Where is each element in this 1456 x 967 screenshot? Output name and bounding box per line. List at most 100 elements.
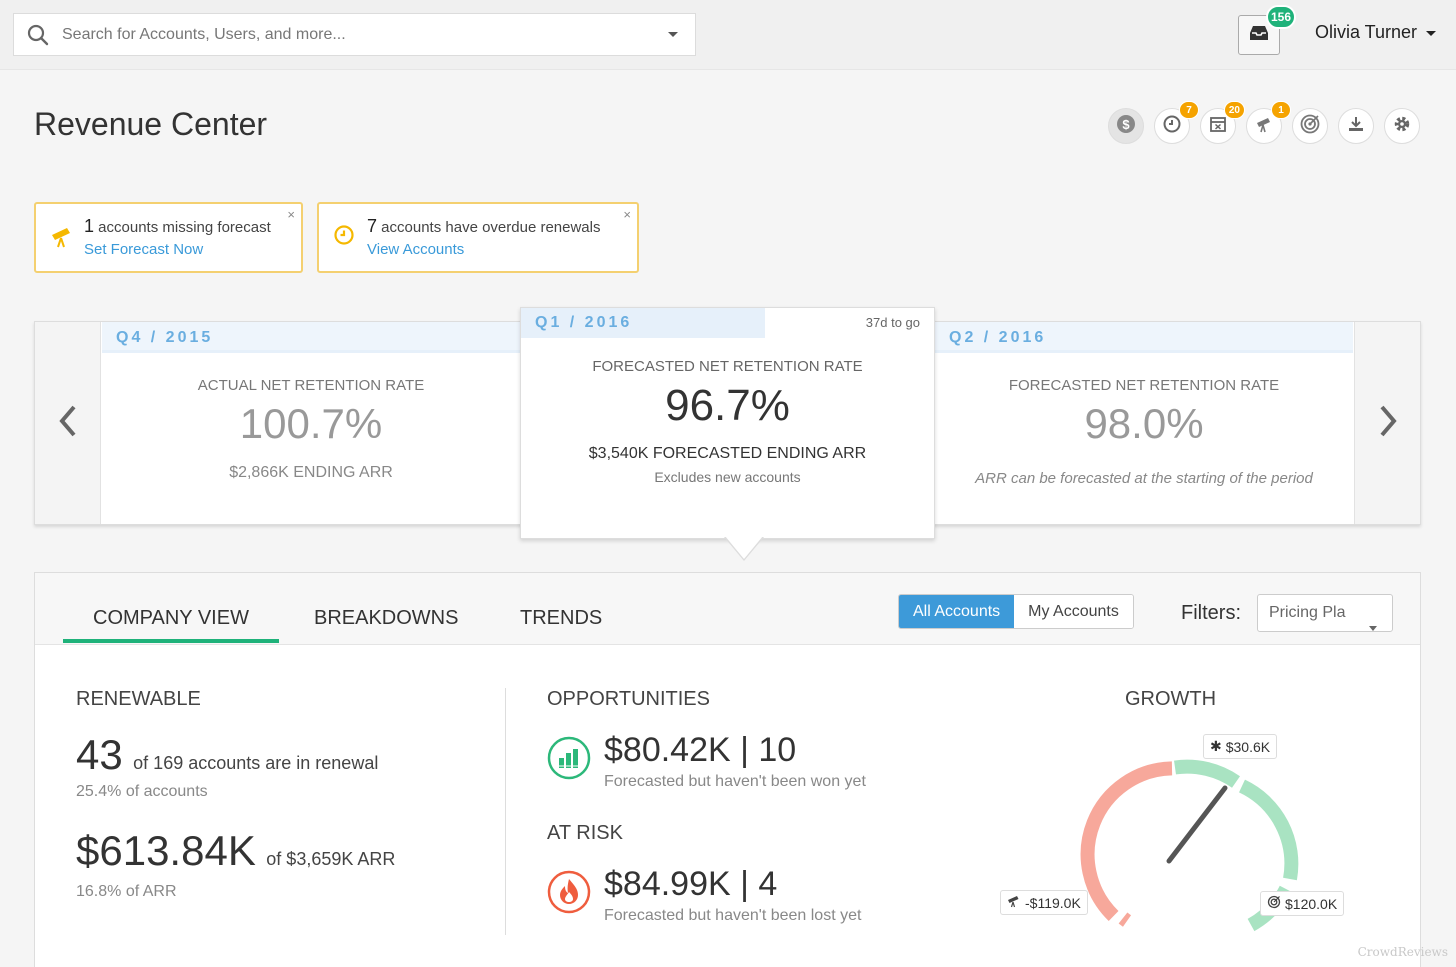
tab-company-view[interactable]: COMPANY VIEW [63,607,279,643]
dollar-button[interactable]: $ [1108,108,1144,144]
opportunities-desc: Forecasted but haven't been won yet [604,773,866,790]
all-accounts-button[interactable]: All Accounts [899,595,1015,628]
clock-badge: 7 [1179,101,1199,119]
gauge-negative-arc [1080,761,1173,922]
gauge-top-label: ✱ $30.6K [1203,734,1278,759]
renewable-count: 43 [76,731,123,778]
forecast-button[interactable]: 1 [1246,101,1291,144]
inbox-count-badge: 156 [1266,5,1296,29]
prev-quarter-button[interactable] [35,322,101,524]
inbox-icon [1248,24,1270,47]
asterisk-icon: ✱ [1210,738,1222,754]
metric-value: 96.7% [665,381,790,430]
metric-value: 100.7% [239,400,383,447]
chevron-left-icon [57,404,79,443]
gauge-right-label: $120.0K [1260,891,1345,916]
quarter-panel-next[interactable]: Q2 / 2016 FORECASTED NET RETENTION RATE … [935,322,1353,487]
top-bar: 156 Olivia Turner [0,0,1456,70]
metric-label: FORECASTED NET RETENTION RATE [1008,377,1280,394]
settings-button[interactable] [1384,108,1420,144]
forecasted-ending-arr: $3,540K FORECASTED ENDING ARR [588,445,867,462]
forecast-badge: 1 [1271,101,1291,119]
target-button[interactable] [1292,108,1328,144]
renewable-arr-row: $613.84K of $3,659K ARR [76,827,395,875]
chevron-right-icon [1377,404,1399,443]
quarter-label: Q1 / 2016 [521,308,765,338]
target-icon [1299,113,1321,140]
growth-title: GROWTH [1125,688,1217,710]
alert-text: 7 accounts have overdue renewals [367,216,601,236]
calendar-icon [1208,114,1228,139]
quarter-panel-prev[interactable]: Q4 / 2015 ACTUAL NET RETENTION RATE 100.… [102,322,520,482]
filter-selected-value: Pricing Pla [1269,604,1346,621]
renewable-count-text: of 169 accounts are in renewal [133,753,379,773]
gauge-needle [1166,785,1228,864]
search-box[interactable] [13,13,696,56]
section-divider [505,688,506,935]
filter-select[interactable]: Pricing Pla [1257,594,1393,632]
user-menu[interactable]: Olivia Turner [1315,22,1437,43]
opportunities-value: $80.42K | 10 [604,731,797,769]
search-input[interactable] [62,25,651,44]
excludes-note: Excludes new accounts [654,469,801,485]
telescope-icon [1254,114,1274,139]
next-quarter-button[interactable] [1354,322,1420,524]
svg-text:$: $ [1122,117,1130,132]
renewable-count-row: 43 of 169 accounts are in renewal [76,731,378,779]
company-view-panel: COMPANY VIEW BREAKDOWNS TRENDS All Accou… [34,572,1421,967]
gauge-left-label: -$119.0K [1000,890,1088,915]
set-forecast-link[interactable]: Set Forecast Now [84,241,203,258]
current-quarter-pointer [724,536,764,561]
toolbar: $ 7 20 1 [1108,101,1420,144]
at-risk-title: AT RISK [547,822,623,844]
telescope-icon [1007,894,1021,911]
tab-trends[interactable]: TRENDS [520,607,602,630]
gauge-positive-arc-right [1238,779,1299,881]
renewable-arr: $613.84K [76,827,256,874]
fire-icon [547,870,591,919]
clock-icon [1162,114,1182,139]
alert-text: 1 accounts missing forecast [84,216,271,236]
tab-breakdowns[interactable]: BREAKDOWNS [314,607,458,630]
metric-label: ACTUAL NET RETENTION RATE [197,377,425,394]
renewable-count-pct: 25.4% of accounts [76,783,208,800]
close-icon[interactable]: × [287,207,295,222]
at-risk-value: $84.99K | 4 [604,865,778,903]
dollar-icon: $ [1116,114,1136,139]
renewable-title: RENEWABLE [76,688,201,710]
gauge-negative-arc-lower [1118,912,1132,927]
clock-button[interactable]: 7 [1154,101,1199,144]
ending-arr: $2,866K ENDING ARR [229,464,393,481]
metric-value: 98.0% [1084,400,1204,447]
renewable-arr-pct: 16.8% of ARR [76,883,177,900]
search-icon [14,24,62,46]
forecast-note: ARR can be forecasted at the starting of… [975,470,1313,487]
quarter-label: Q4 / 2015 [102,322,520,353]
telescope-icon [50,224,74,255]
my-accounts-button[interactable]: My Accounts [1014,595,1133,628]
alert-overdue-renewals: 7 accounts have overdue renewals View Ac… [317,202,639,273]
page-title: Revenue Center [34,106,268,142]
chevron-down-icon [1425,22,1437,43]
view-tabs: COMPANY VIEW BREAKDOWNS TRENDS All Accou… [35,573,1420,645]
quarter-label: Q2 / 2016 [935,322,1353,353]
alert-missing-forecast: 1 accounts missing forecast Set Forecast… [34,202,303,273]
clock-icon [333,224,355,251]
target-icon [1267,895,1281,912]
watermark: CrowdReviews [1357,945,1448,959]
quarter-panel-current[interactable]: Q1 / 2016 37d to go FORECASTED NET RETEN… [520,307,935,539]
download-icon [1346,114,1366,139]
calendar-button[interactable]: 20 [1200,101,1245,144]
money-stack-icon [547,736,591,785]
filters-label: Filters: [1181,602,1241,624]
close-icon[interactable]: × [623,207,631,222]
chevron-down-icon[interactable] [651,31,695,39]
metric-label: FORECASTED NET RETENTION RATE [592,358,863,375]
download-button[interactable] [1338,108,1374,144]
renewable-arr-text: of $3,659K ARR [266,849,396,869]
account-scope-toggle: All Accounts My Accounts [898,594,1134,629]
view-accounts-link[interactable]: View Accounts [367,241,464,258]
user-name: Olivia Turner [1315,22,1418,42]
gear-icon [1392,114,1412,139]
calendar-badge: 20 [1223,101,1245,119]
